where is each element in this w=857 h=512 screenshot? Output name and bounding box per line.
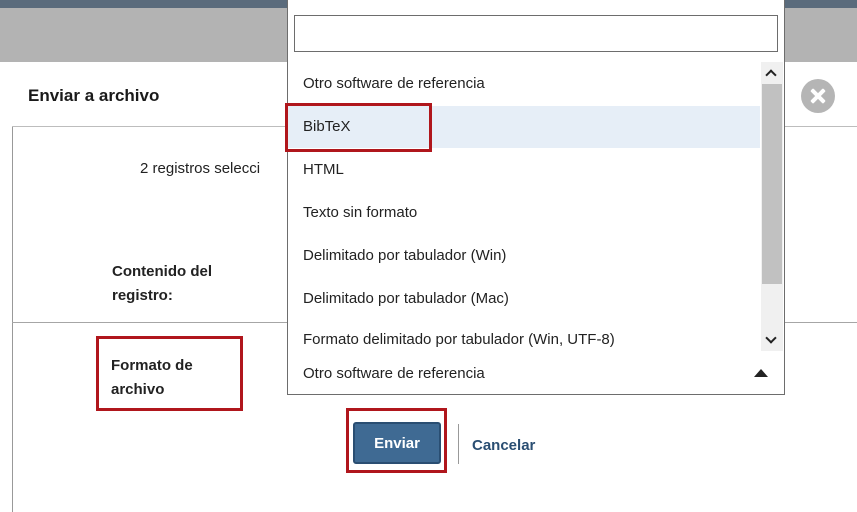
file-format-selected-value: Otro software de referencia: [303, 365, 485, 382]
annotation-box-bibtex: [285, 103, 432, 152]
cancel-link[interactable]: Cancelar: [472, 437, 535, 454]
dialog-title: Enviar a archivo: [28, 86, 160, 105]
triangle-up-icon[interactable]: [754, 369, 768, 377]
dropdown-option-html[interactable]: HTML: [288, 149, 760, 191]
chevron-up-icon[interactable]: [761, 62, 783, 82]
dialog-border: [12, 62, 13, 512]
dropdown-option-tab-mac[interactable]: Delimitado por tabulador (Mac): [288, 278, 760, 320]
dropdown-option-texto-sin-formato[interactable]: Texto sin formato: [288, 192, 760, 234]
selected-records-text: 2 registros selecci: [140, 160, 261, 177]
chevron-down-icon[interactable]: [761, 331, 783, 351]
dropdown-option-tab-win[interactable]: Delimitado por tabulador (Win): [288, 235, 760, 277]
record-content-label: Contenido del registro:: [112, 263, 212, 304]
dropdown-search-input[interactable]: [294, 15, 778, 52]
close-icon[interactable]: [801, 79, 835, 113]
dropdown-option-tab-win-utf8[interactable]: Formato delimitado por tabulador (Win, U…: [288, 319, 760, 351]
scrollbar-thumb[interactable]: [762, 84, 782, 284]
dropdown-option-otro-software[interactable]: Otro software de referencia: [288, 63, 760, 105]
annotation-box-send: [346, 408, 447, 473]
button-separator: [458, 424, 459, 464]
annotation-box-format-label: [96, 336, 243, 411]
